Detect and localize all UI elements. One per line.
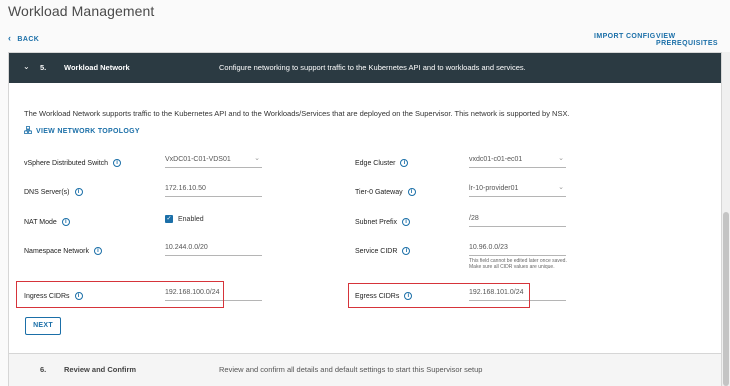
wizard-card: ⌄ 5. Workload Network Configure networki… [8,52,722,386]
info-icon[interactable]: i [113,159,122,167]
service-cidr-input[interactable]: 10.96.0.0/23 [469,242,566,256]
info-icon[interactable]: i [61,218,70,226]
step-description: Configure networking to support traffic … [219,63,526,72]
chevron-down-icon: ⌄ [558,155,564,162]
info-icon[interactable]: i [402,247,411,255]
nat-mode-checkbox[interactable]: ✓ Enabled [165,215,204,223]
namespace-network-input[interactable]: 10.244.0.0/20 [165,242,262,256]
namespace-value: 10.244.0.0/20 [165,244,208,251]
step-5-header[interactable]: ⌄ 5. Workload Network Configure networki… [9,53,721,83]
page-title: Workload Management [8,3,155,19]
step-6-header[interactable]: 6. Review and Confirm Review and confirm… [9,353,721,386]
ingress-highlight-box [16,281,224,308]
service-cidr-label: Service CIDR i [355,247,411,255]
service-value: 10.96.0.0/23 [469,244,508,251]
info-icon[interactable]: i [407,188,416,196]
vds-value: VxDC01-C01-VDS01 [165,156,231,163]
subnet-value: /28 [469,215,479,222]
step-number: 6. [40,365,47,374]
view-prerequisites-link[interactable]: VIEW PREREQUISITES [656,33,730,47]
info-icon[interactable]: i [93,247,102,255]
namespace-network-label: Namespace Network i [24,247,102,255]
chevron-down-icon: ⌄ [254,155,260,162]
tier0-gateway-select[interactable]: lr-10-provider01 ⌄ [469,183,566,197]
tier0-gateway-label: Tier-0 Gateway i [355,188,416,196]
egress-highlight-box [348,283,530,308]
subnet-prefix-label: Subnet Prefix i [355,218,411,226]
nat-value: Enabled [178,215,204,223]
intro-text: The Workload Network supports traffic to… [24,109,570,118]
step-description: Review and confirm all details and defau… [219,365,483,374]
vds-select[interactable]: VxDC01-C01-VDS01 ⌄ [165,154,262,168]
view-network-topology-link[interactable]: VIEW NETWORK TOPOLOGY [24,126,140,136]
edge-value: vxdc01-c01-ec01 [469,156,523,163]
step-name: Review and Confirm [64,365,137,374]
chevron-left-icon: ‹ [8,33,12,43]
subnet-prefix-input[interactable]: /28 [469,213,566,227]
edge-cluster-label: Edge Cluster i [355,159,409,167]
edge-cluster-select[interactable]: vxdc01-c01-ec01 ⌄ [469,154,566,168]
step-number: 5. [40,63,47,72]
import-config-link[interactable]: IMPORT CONFIG [594,33,656,40]
chevron-down-icon: ⌄ [558,184,564,191]
service-cidr-help-text: This field cannot be edited later once s… [469,258,567,270]
dns-label: DNS Server(s) i [24,188,83,196]
info-icon[interactable]: i [74,188,83,196]
dns-input[interactable]: 172.16.10.50 [165,183,262,197]
dns-value: 172.16.10.50 [165,185,206,192]
topology-icon [24,126,32,136]
nat-label: NAT Mode i [24,218,70,226]
scrollbar[interactable] [722,52,730,386]
vds-label: vSphere Distributed Switch i [24,159,122,167]
info-icon[interactable]: i [400,159,409,167]
back-link[interactable]: ‹ BACK [8,33,39,43]
chevron-down-icon: ⌄ [23,62,30,71]
back-label: BACK [17,36,40,43]
next-button[interactable]: NEXT [25,317,61,335]
tier0-value: lr-10-provider01 [469,185,519,192]
info-icon[interactable]: i [402,218,411,226]
check-icon: ✓ [165,215,173,223]
step-name: Workload Network [64,63,130,72]
topology-label: VIEW NETWORK TOPOLOGY [36,127,140,135]
scrollbar-thumb[interactable] [723,212,729,386]
